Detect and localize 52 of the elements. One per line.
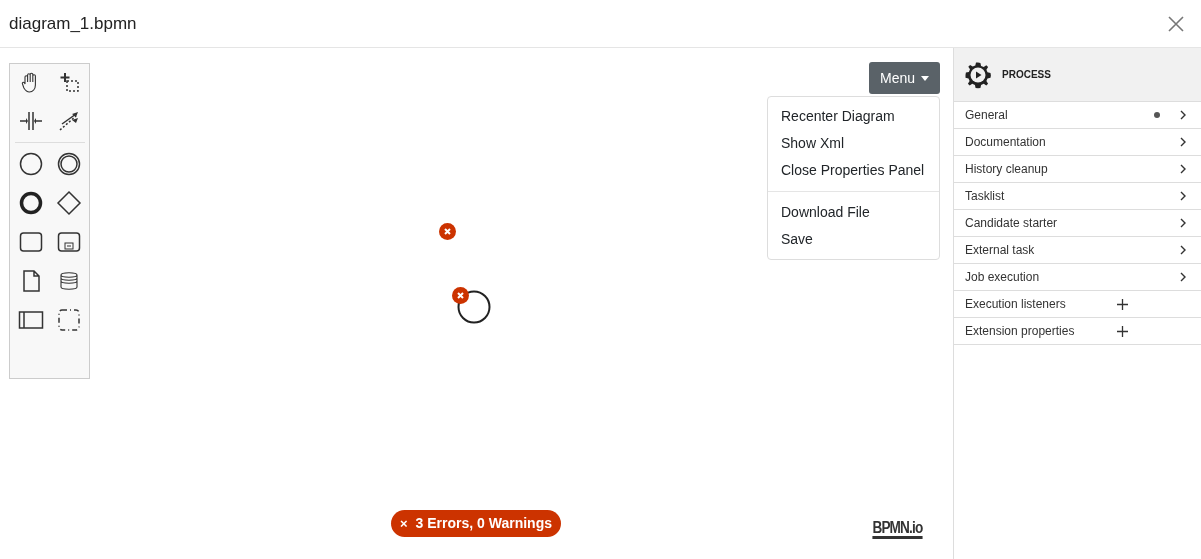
group-label: Job execution — [965, 269, 1041, 286]
chevron-right-icon[interactable] — [1180, 245, 1187, 255]
chevron-right-icon[interactable] — [1180, 272, 1187, 282]
window-title: diagram_1.bpmn — [9, 12, 137, 35]
chevron-right-icon[interactable] — [1180, 191, 1187, 201]
intermediate-event-icon[interactable] — [55, 151, 82, 177]
property-group-header[interactable]: Documentation — [954, 129, 1201, 156]
add-icon[interactable] — [1117, 298, 1128, 310]
property-group-header[interactable]: External task — [954, 237, 1201, 264]
validation-badge[interactable]: × 3 Errors, 0 Warnings — [391, 510, 561, 537]
error-marker-icon — [439, 223, 456, 240]
chevron-right-icon[interactable] — [1180, 164, 1187, 174]
group-label: Extension properties — [965, 323, 1076, 340]
property-group-header[interactable]: Extension properties — [954, 318, 1201, 345]
property-group-header[interactable]: General — [954, 102, 1201, 129]
property-group-header[interactable]: Candidate starter — [954, 210, 1201, 237]
error-icon: × — [400, 513, 408, 534]
chevron-right-icon[interactable] — [1180, 110, 1187, 120]
gear-icon — [964, 60, 992, 89]
error-marker-icon — [452, 287, 469, 304]
group-label: History cleanup — [965, 161, 1049, 178]
caret-icon — [921, 75, 929, 81]
group-icon[interactable] — [55, 307, 82, 333]
validation-summary: 3 Errors, 0 Warnings — [415, 514, 552, 533]
property-group-header[interactable]: Job execution — [954, 264, 1201, 291]
subprocess-icon[interactable] — [55, 229, 82, 255]
add-icon[interactable] — [1117, 325, 1128, 337]
menu-button[interactable]: Menu — [868, 62, 940, 94]
start-event-icon[interactable] — [17, 151, 44, 177]
menu-item[interactable]: Recenter Diagram — [768, 103, 939, 130]
property-group-header[interactable]: Tasklist — [954, 183, 1201, 210]
end-event-icon[interactable] — [17, 190, 44, 216]
menu-item[interactable]: Close Properties Panel — [768, 157, 939, 184]
menu-item[interactable]: Save — [768, 226, 939, 253]
gateway-icon[interactable] — [55, 190, 82, 216]
chevron-right-icon[interactable] — [1180, 137, 1187, 147]
menu-item[interactable]: Show Xml — [768, 130, 939, 157]
group-label: Tasklist — [965, 188, 1006, 205]
chevron-right-icon[interactable] — [1180, 218, 1187, 228]
bpmn-logo[interactable]: BPMN.io — [872, 519, 923, 539]
task-icon[interactable] — [17, 229, 44, 255]
property-group-header[interactable]: Execution listeners — [954, 291, 1201, 318]
menu-item[interactable]: Download File — [768, 199, 939, 226]
panel-header-title: PROCESS — [1002, 68, 1051, 82]
property-group-header[interactable]: History cleanup — [954, 156, 1201, 183]
group-label: Execution listeners — [965, 296, 1067, 313]
group-label: Candidate starter — [965, 215, 1059, 232]
close-icon[interactable] — [1167, 14, 1185, 33]
group-label: External task — [965, 242, 1036, 259]
start-event-shape[interactable] — [456, 289, 492, 325]
group-label: Documentation — [965, 134, 1047, 151]
group-label: General — [965, 107, 1009, 124]
